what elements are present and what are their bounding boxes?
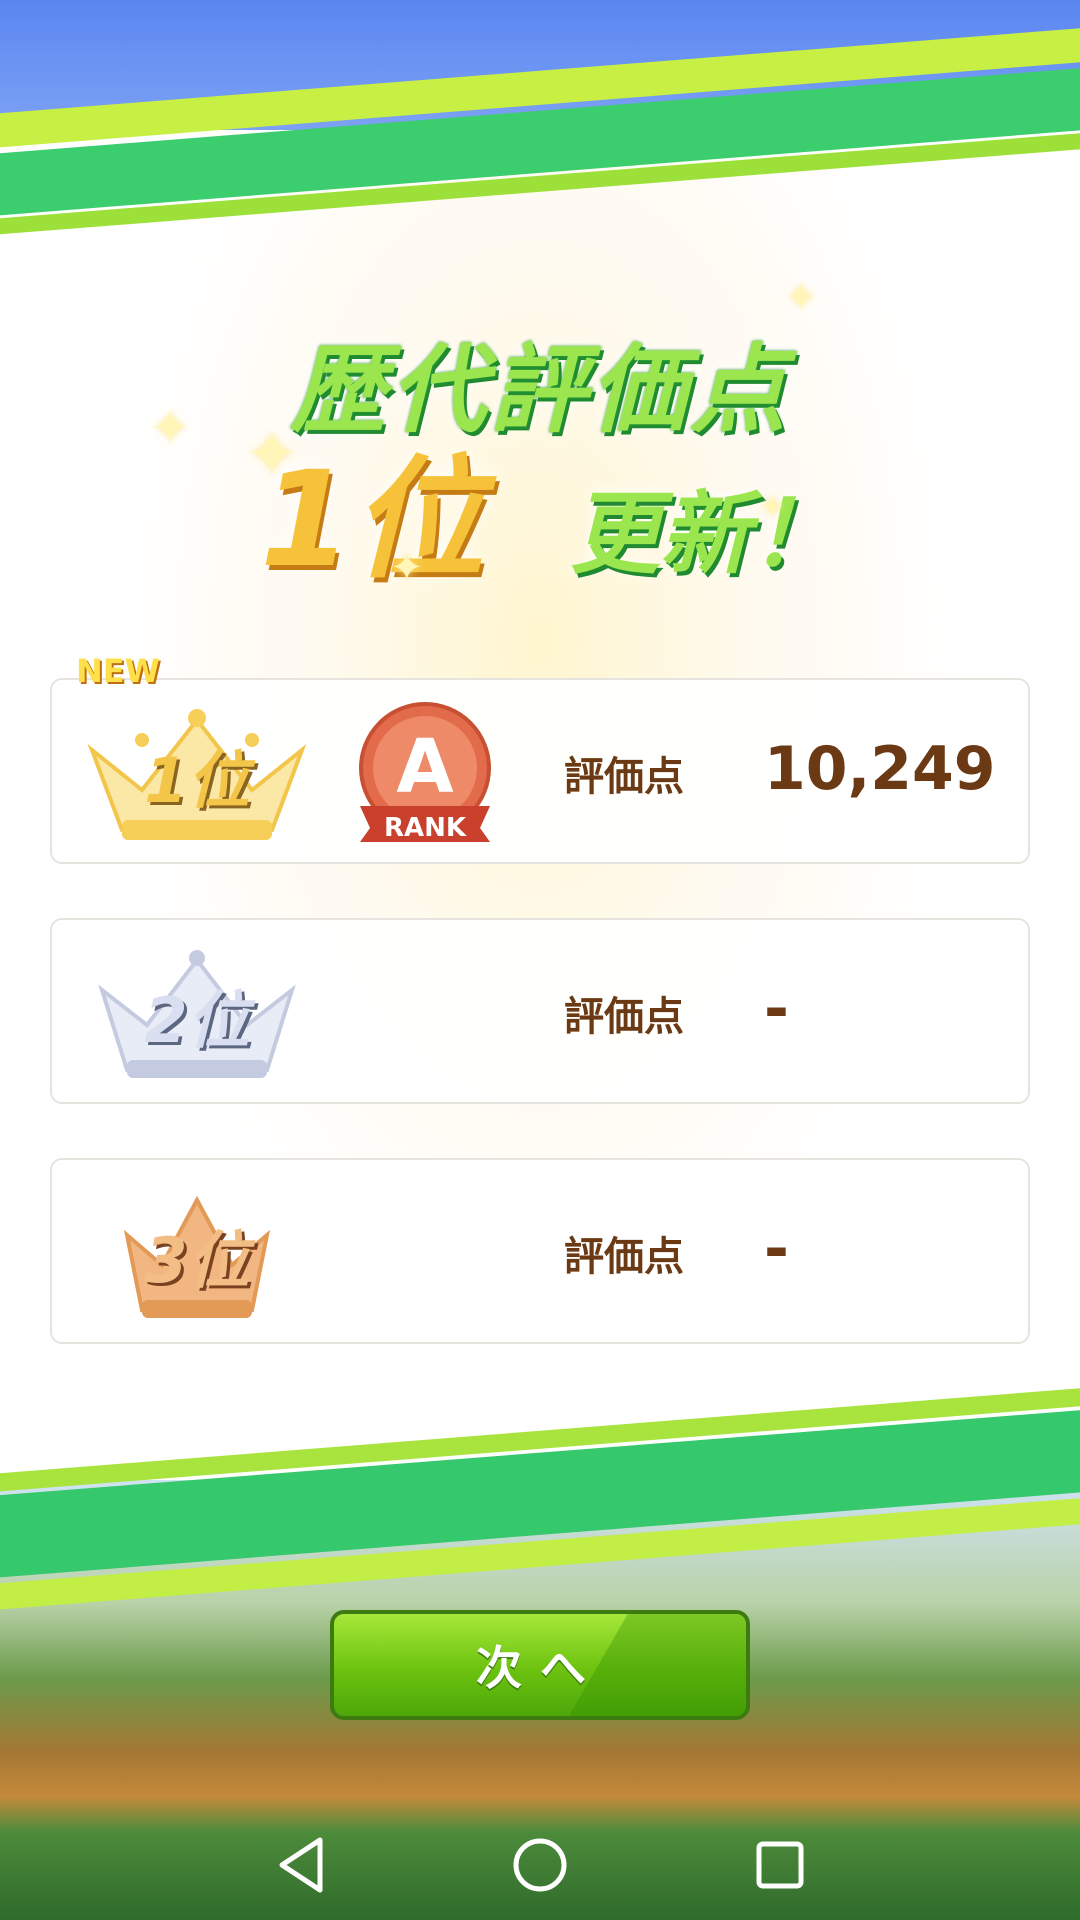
- recents-square-icon[interactable]: [745, 1830, 815, 1900]
- sparkle-icon: ✦: [760, 490, 786, 525]
- home-circle-icon[interactable]: [505, 1830, 575, 1900]
- ranking-card-2: 2位 評価点 -: [50, 918, 1030, 1104]
- rank-label: 2位: [144, 984, 250, 1057]
- ranking-card-3: 3位 評価点 -: [50, 1158, 1030, 1344]
- ranking-card-1: NEW 1位 A RANK 評価点 10,249: [50, 652, 1030, 864]
- headline-update: 更新！: [570, 482, 840, 587]
- rank-label: 3位: [144, 1224, 250, 1297]
- score-value: 10,249: [764, 734, 996, 804]
- next-button-label: 次へ: [476, 1641, 604, 1695]
- crown-gold-icon: 1位: [72, 690, 322, 850]
- score-value: -: [764, 974, 789, 1044]
- sparkle-icon: ✦: [150, 400, 191, 456]
- badge-text: RANK: [384, 813, 467, 843]
- rank-label: 1位: [144, 744, 250, 817]
- score-label: 評価点: [564, 994, 684, 1040]
- system-navbar: [0, 1810, 1080, 1920]
- headline: 歴代評価点 1位 更新！ ✦ ✦ ✦ ✦ ✦: [0, 275, 1080, 600]
- crown-silver-icon: 2位: [72, 930, 322, 1090]
- score-label: 評価点: [564, 754, 684, 800]
- score-value: -: [764, 1214, 789, 1284]
- sparkle-icon: ✦: [245, 418, 299, 492]
- next-button[interactable]: 次へ: [330, 1610, 750, 1720]
- back-triangle-icon[interactable]: [268, 1830, 338, 1900]
- new-badge: NEW: [76, 652, 160, 690]
- crown-bronze-icon: 3位: [72, 1170, 322, 1330]
- sparkle-icon: ✦: [390, 545, 424, 591]
- badge-letter: A: [396, 724, 453, 810]
- a-rank-badge-icon: A RANK: [352, 702, 498, 848]
- sparkle-icon: ✦: [785, 275, 817, 319]
- score-label: 評価点: [564, 1234, 684, 1280]
